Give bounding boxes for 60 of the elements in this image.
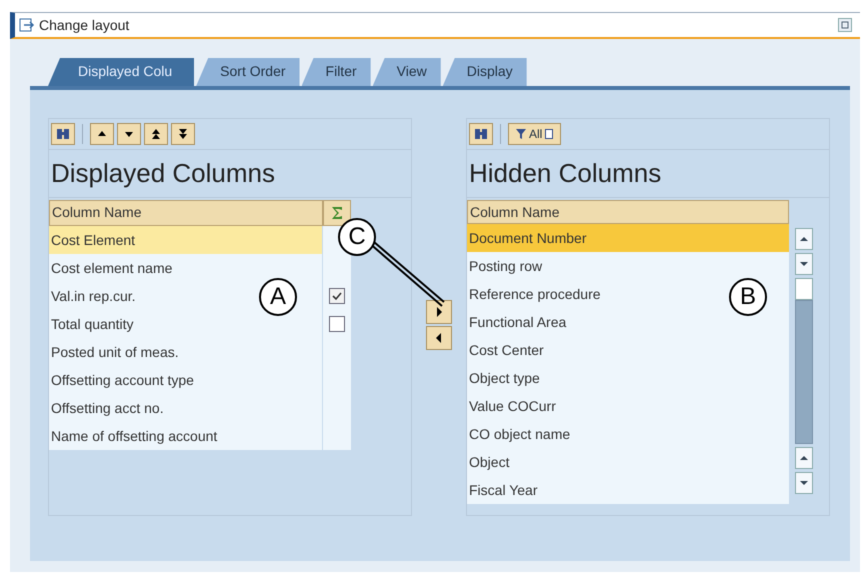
sum-column-header[interactable] [323, 200, 351, 226]
list-row[interactable]: Fiscal Year [467, 476, 789, 504]
down-triangle-icon [800, 261, 808, 267]
scroll-down-button[interactable] [795, 253, 813, 275]
table-cell [322, 422, 351, 450]
move-up-button[interactable] [90, 123, 114, 145]
list-row[interactable]: Object type [467, 364, 789, 392]
column-header[interactable]: Column Name [49, 200, 323, 226]
move-top-button[interactable] [144, 123, 168, 145]
up-triangle-icon [800, 455, 808, 461]
panel-title: Displayed Columns [49, 150, 411, 198]
binoculars-icon [56, 127, 70, 141]
check-icon [332, 291, 342, 301]
scroll-up-button[interactable] [795, 447, 813, 469]
filter-button[interactable]: All [508, 123, 562, 145]
sum-icon [330, 206, 344, 220]
double-up-icon [150, 128, 162, 140]
column-header[interactable]: Column Name [467, 200, 789, 224]
tab[interactable]: Filter [302, 58, 371, 86]
list-row[interactable]: Posted unit of meas. [49, 338, 322, 366]
scroll-down-button[interactable] [795, 472, 813, 494]
list-row[interactable]: Functional Area [467, 308, 789, 336]
left-triangle-icon [434, 332, 444, 344]
list-row[interactable]: Document Number [467, 224, 789, 252]
move-left-button[interactable] [426, 326, 452, 350]
edit-icon [19, 18, 35, 32]
list-row[interactable]: Name of offsetting account [49, 422, 322, 450]
filter-icon [515, 128, 527, 140]
move-bottom-button[interactable] [171, 123, 195, 145]
find-button[interactable] [469, 123, 493, 145]
tab[interactable]: Sort Order [196, 58, 300, 86]
double-down-icon [177, 128, 189, 140]
tab[interactable]: Displayed Colu [48, 58, 194, 86]
scroll-up-button[interactable] [795, 228, 813, 250]
binoculars-icon [474, 127, 488, 141]
find-button[interactable] [51, 123, 75, 145]
window-title: Change layout [39, 17, 130, 33]
list-row[interactable]: Posting row [467, 252, 789, 280]
list-row[interactable]: Object [467, 448, 789, 476]
list-row[interactable]: CO object name [467, 420, 789, 448]
close-icon[interactable] [838, 18, 852, 32]
list-row[interactable]: Value COCurr [467, 392, 789, 420]
checkbox[interactable] [329, 316, 345, 332]
list-row[interactable]: Offsetting acct no. [49, 394, 322, 422]
scroll-thumb[interactable] [795, 278, 813, 300]
panel-title: Hidden Columns [467, 150, 829, 198]
move-right-button[interactable] [426, 300, 452, 324]
list-row[interactable]: Total quantity [49, 310, 322, 338]
tab[interactable]: Display [442, 58, 527, 86]
up-triangle-icon [800, 236, 808, 242]
move-down-button[interactable] [117, 123, 141, 145]
list-row[interactable]: Offsetting account type [49, 366, 322, 394]
list-row[interactable]: Cost element name [49, 254, 322, 282]
checkbox[interactable] [329, 288, 345, 304]
tab[interactable]: View [372, 58, 441, 86]
list-row[interactable]: Cost Center [467, 336, 789, 364]
right-triangle-icon [434, 306, 444, 318]
page-icon [544, 128, 554, 140]
list-row[interactable]: Cost Element [49, 226, 322, 254]
down-triangle-icon [800, 480, 808, 486]
